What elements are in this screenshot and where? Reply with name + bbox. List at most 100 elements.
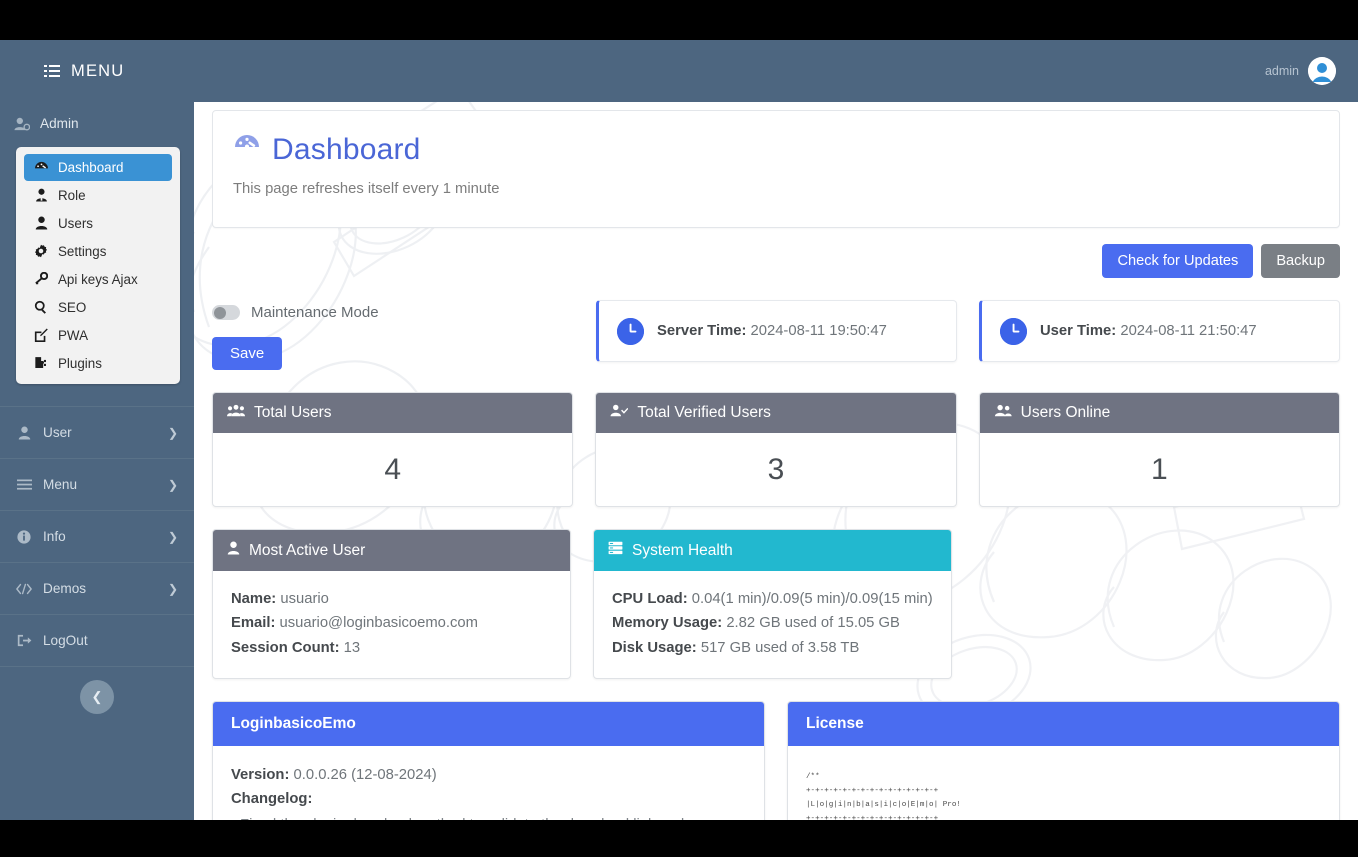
user-time-label: User Time: xyxy=(1040,323,1117,339)
cpu-load-value: 0.04(1 min)/0.09(5 min)/0.09(15 min) xyxy=(691,591,933,607)
clock-icon xyxy=(1000,317,1027,345)
sidebar-item-plugins[interactable]: Plugins xyxy=(24,349,172,377)
page-title-text: Dashboard xyxy=(272,133,421,166)
sidebar-group-demos-label: Demos xyxy=(43,581,87,597)
page-subtitle: This page refreshes itself every 1 minut… xyxy=(233,181,500,197)
save-button[interactable]: Save xyxy=(212,337,283,370)
stat-card-value: 3 xyxy=(767,452,785,486)
user-avatar-icon[interactable] xyxy=(1308,57,1336,85)
users-group-icon xyxy=(227,404,245,422)
sidebar-item-seo[interactable]: SEO xyxy=(24,293,172,321)
backup-button[interactable]: Backup xyxy=(1261,244,1340,278)
code-icon xyxy=(16,583,32,595)
sidebar-collapse-button[interactable]: ❮ xyxy=(80,679,114,714)
sidebar-section-admin-label: Admin xyxy=(40,116,79,131)
user-icon xyxy=(227,541,240,560)
user-icon xyxy=(33,216,49,230)
system-health-header: System Health xyxy=(594,530,951,571)
toolbar-buttons: Check for Updates Backup xyxy=(212,244,1340,278)
user-time-value: 2024-08-11 21:50:47 xyxy=(1120,323,1257,339)
memory-usage-label: Memory Usage: xyxy=(612,615,723,632)
memory-usage-value: 2.82 GB used of 15.05 GB xyxy=(726,615,900,632)
menu-toggle-label: MENU xyxy=(71,61,125,80)
sidebar-group-info-label: Info xyxy=(43,529,66,545)
dashboard-page: Dashboard This page refreshes itself eve… xyxy=(194,110,1358,820)
version-value: 0.0.0.26 (12-08-2024) xyxy=(293,767,437,784)
sidebar-group-demos[interactable]: Demos ❯ xyxy=(0,562,194,614)
changelog-label-line: Changelog: xyxy=(231,788,746,812)
server-icon xyxy=(608,541,623,560)
maintenance-and-time-row: Maintenance Mode Save Server Time: 2024-… xyxy=(212,300,1340,370)
check-for-updates-button[interactable]: Check for Updates xyxy=(1102,244,1254,278)
disk-usage-label: Disk Usage: xyxy=(612,639,697,656)
list-bars-icon xyxy=(44,64,60,78)
most-active-user-email-line: Email: usuario@loginbasicoemo.com xyxy=(231,611,552,635)
most-active-user-name-line: Name: usuario xyxy=(231,587,552,611)
most-active-user-session-line: Session Count: 13 xyxy=(231,636,552,660)
most-active-user-body: Name: usuario Email: usuario@loginbasico… xyxy=(213,571,570,678)
maintenance-mode-section: Maintenance Mode Save xyxy=(212,300,574,370)
stat-card-title: Total Users xyxy=(254,404,332,421)
page-title: Dashboard xyxy=(233,133,1319,167)
chevron-right-icon: ❯ xyxy=(167,477,178,492)
cpu-load-line: CPU Load: 0.04(1 min)/0.09(5 min)/0.09(1… xyxy=(612,587,933,611)
disk-usage-value: 517 GB used of 3.58 TB xyxy=(700,639,860,656)
user-cog-icon xyxy=(14,117,30,131)
sidebar-item-settings[interactable]: Settings xyxy=(24,237,172,265)
sidebar-item-dashboard[interactable]: Dashboard xyxy=(24,154,172,182)
menu-toggle-button[interactable]: MENU xyxy=(44,62,124,81)
sidebar-group-info[interactable]: Info ❯ xyxy=(0,510,194,562)
sidebar-group-user[interactable]: User ❯ xyxy=(0,406,194,458)
navbar-user-area[interactable]: admin xyxy=(1265,57,1336,85)
maintenance-mode-label: Maintenance Mode xyxy=(251,304,379,321)
session-count-value: 13 xyxy=(343,639,361,656)
user-tie-icon xyxy=(33,188,49,202)
license-panel-title: License xyxy=(788,702,1339,747)
plug-icon xyxy=(33,356,49,370)
sidebar-item-api-keys-label: Api keys Ajax xyxy=(58,271,138,287)
version-label: Version: xyxy=(231,767,290,784)
search-icon xyxy=(33,300,49,315)
system-health-body: CPU Load: 0.04(1 min)/0.09(5 min)/0.09(1… xyxy=(594,571,951,678)
system-health-title: System Health xyxy=(632,541,733,559)
sidebar-item-api-keys-ajax[interactable]: Api keys Ajax xyxy=(24,265,172,293)
stat-card-header: Users Online xyxy=(979,393,1339,433)
bars-icon xyxy=(16,479,32,491)
maintenance-mode-toggle[interactable] xyxy=(212,305,240,320)
name-value: usuario xyxy=(280,591,329,607)
stat-cards-row: Total Users 4 Total Verified Users 3 Use… xyxy=(212,392,1340,507)
sidebar-group-menu-label: Menu xyxy=(43,477,78,493)
sidebar-item-plugins-label: Plugins xyxy=(58,355,102,371)
memory-usage-line: Memory Usage: 2.82 GB used of 15.05 GB xyxy=(612,611,933,635)
tachometer-icon xyxy=(33,161,49,174)
chevron-right-icon: ❯ xyxy=(167,581,178,596)
device-bar-bottom xyxy=(0,820,1358,857)
sidebar-item-role[interactable]: Role xyxy=(24,181,172,209)
stat-card-users-online: Users Online 1 xyxy=(978,392,1340,507)
name-label: Name: xyxy=(231,591,277,607)
sidebar-group-menu[interactable]: Menu ❯ xyxy=(0,458,194,510)
sidebar-collapse-area: ❮ xyxy=(0,666,194,726)
screen: MENU admin Admin Dashboard Role Users Se… xyxy=(0,0,1358,857)
dashboard-gauge-icon xyxy=(233,133,261,167)
sidebar-section-admin[interactable]: Admin xyxy=(0,102,194,143)
sidebar-group-logout[interactable]: LogOut xyxy=(0,614,194,666)
info-circle-icon xyxy=(16,530,32,544)
most-active-user-card: Most Active User Name: usuario Email: us… xyxy=(212,529,571,680)
stat-card-total-verified-users: Total Verified Users 3 xyxy=(595,392,957,507)
stat-card-header: Total Verified Users xyxy=(596,393,956,433)
license-text: /** +-+-+-+-+-+-+-+-+-+-+-+-+-+-+ |L|o|g… xyxy=(806,773,961,820)
user-time-text: User Time: 2024-08-11 21:50:47 xyxy=(1040,323,1257,339)
bottom-panels-row: LoginbasicoEmo Version: 0.0.0.26 (12-08-… xyxy=(212,701,1340,820)
sidebar-item-pwa[interactable]: PWA xyxy=(24,321,172,349)
sidebar-item-users[interactable]: Users xyxy=(24,209,172,237)
maintenance-toggle-line: Maintenance Mode xyxy=(212,304,574,321)
app-info-panel-body: Version: 0.0.0.26 (12-08-2024) Changelog… xyxy=(213,746,764,820)
server-time-text: Server Time: 2024-08-11 19:50:47 xyxy=(657,323,887,339)
app-info-panel-title: LoginbasicoEmo xyxy=(213,702,764,747)
stat-card-title: Total Verified Users xyxy=(637,404,771,421)
toggle-knob xyxy=(213,306,226,319)
system-health-card: System Health CPU Load: 0.04(1 min)/0.09… xyxy=(593,529,952,680)
top-navbar: MENU admin xyxy=(0,40,1358,102)
